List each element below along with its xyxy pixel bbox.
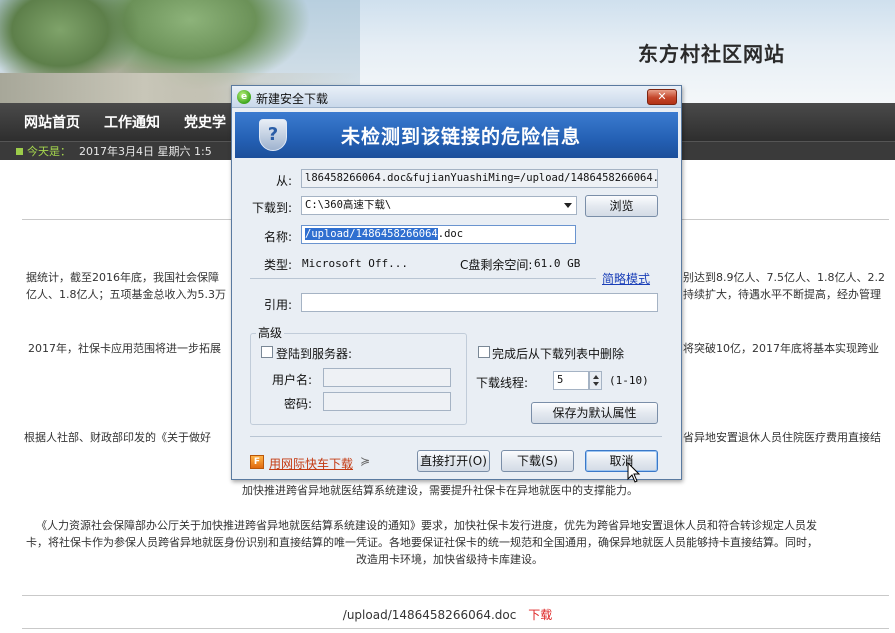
flashget-icon: F	[250, 455, 264, 469]
divider	[22, 628, 889, 629]
filename-selection: /upload/1486458266064	[305, 228, 438, 240]
browse-button[interactable]: 浏览	[585, 195, 658, 217]
flashget-download-link[interactable]: 用网际快车下载	[269, 455, 353, 472]
attachment-download-link[interactable]: 下载	[528, 608, 552, 622]
threads-input[interactable]: 5	[553, 371, 589, 390]
disk-space-label: C盘剩余空间:	[460, 258, 533, 272]
from-label: 从:	[276, 174, 293, 188]
save-to-value: C:\360高速下载\	[305, 199, 392, 211]
article-text: 持续扩大，待遇水平不断提高，经办管理	[683, 288, 881, 301]
password-label: 密码:	[284, 397, 313, 411]
attachment-filename: /upload/1486458266064.doc	[342, 608, 517, 622]
bullet-icon	[16, 147, 23, 155]
download-button[interactable]: 下载(S)	[501, 450, 574, 472]
referrer-label: 引用:	[264, 298, 293, 312]
new-download-dialog: e 新建安全下载 ✕ ? 未检测到该链接的危险信息 从: l8645826606…	[231, 85, 682, 480]
separator	[250, 278, 596, 279]
login-checkbox[interactable]	[261, 346, 273, 358]
article-text: 别达到8.9亿人、7.5亿人、1.8亿人、2.2	[683, 271, 885, 284]
login-label: 登陆到服务器:	[276, 347, 353, 361]
mouse-cursor-icon	[627, 462, 641, 483]
threads-range: (1-10)	[609, 374, 649, 387]
article-text: 《人力资源社会保障部办公厅关于加快推进跨省异地就医结算系统建设的通知》要求，加快…	[36, 519, 817, 532]
filename-input[interactable]: /upload/1486458266064.doc	[301, 225, 576, 244]
chevron-double-down-icon[interactable]: ≽	[360, 454, 370, 468]
nav-item-home[interactable]: 网站首页	[24, 112, 80, 132]
chevron-down-icon	[564, 203, 572, 208]
dialog-titlebar[interactable]: e 新建安全下载 ✕	[232, 86, 681, 108]
type-value: Microsoft Off...	[302, 257, 408, 270]
remove-after-label: 完成后从下载列表中删除	[492, 347, 625, 361]
shield-icon: ?	[259, 119, 287, 151]
username-input[interactable]	[323, 368, 451, 387]
article-text: 根据人社部、财政部印发的《关于做好	[24, 431, 211, 444]
password-input[interactable]	[323, 392, 451, 411]
name-label: 名称:	[264, 230, 293, 244]
article-text: 2017年，社保卡应用范围将进一步拓展	[28, 342, 221, 355]
separator	[250, 436, 662, 437]
type-label: 类型:	[264, 258, 293, 272]
threads-label: 下载线程:	[476, 376, 529, 390]
save-to-select[interactable]: C:\360高速下载\	[301, 196, 577, 215]
simple-mode-link[interactable]: 简略模式	[602, 270, 650, 287]
article-text: 加快推进跨省异地就医结算系统建设，需要提升社保卡在异地就医中的支撑能力。	[242, 484, 638, 497]
advanced-label: 高级	[256, 324, 285, 341]
filename-extension: .doc	[437, 228, 464, 240]
username-label: 用户名:	[272, 373, 313, 387]
save-to-label: 下载到:	[252, 201, 293, 215]
cancel-button[interactable]: 取消	[585, 450, 658, 472]
nav-item-party-history[interactable]: 党史学	[184, 112, 226, 132]
remove-after-checkbox[interactable]	[478, 346, 490, 358]
article-text: 亿人、1.8亿人；五项基金总收入为5.3万	[26, 288, 226, 301]
close-button[interactable]: ✕	[647, 89, 677, 105]
nav-item-notices[interactable]: 工作通知	[104, 112, 160, 132]
date-value: 2017年3月4日 星期六 1:5	[79, 145, 212, 158]
open-directly-button[interactable]: 直接打开(O)	[417, 450, 490, 472]
article-text: 据统计，截至2016年底，我国社会保障	[26, 271, 219, 284]
app-360-icon: e	[237, 90, 251, 104]
article-text: 将突破10亿，2017年底将基本实现跨业	[683, 342, 879, 355]
security-message: 未检测到该链接的危险信息	[341, 126, 582, 148]
disk-space-value: 61.0 GB	[534, 257, 581, 270]
article-text: 改造用卡环境，加快省级持卡库建设。	[356, 553, 543, 566]
date-label: 今天是：	[27, 145, 71, 158]
save-default-button[interactable]: 保存为默认属性	[531, 402, 658, 424]
article-text: 省异地安置退休人员住院医疗费用直接结	[683, 431, 881, 444]
site-title: 东方村社区网站	[638, 42, 785, 66]
dialog-title: 新建安全下载	[256, 92, 329, 106]
attachment-line: /upload/1486458266064.doc 下载	[0, 606, 895, 623]
from-url-field[interactable]: l86458266064.doc&fujianYuashiMing=/uploa…	[301, 169, 658, 188]
security-banner: ? 未检测到该链接的危险信息	[235, 112, 678, 158]
divider	[22, 595, 889, 596]
threads-stepper[interactable]	[589, 371, 602, 390]
referrer-input[interactable]	[301, 293, 658, 312]
article-text: 卡，将社保卡作为参保人员跨省异地就医身份识别和直接结算的唯一凭证。各地要保证社保…	[26, 536, 818, 549]
